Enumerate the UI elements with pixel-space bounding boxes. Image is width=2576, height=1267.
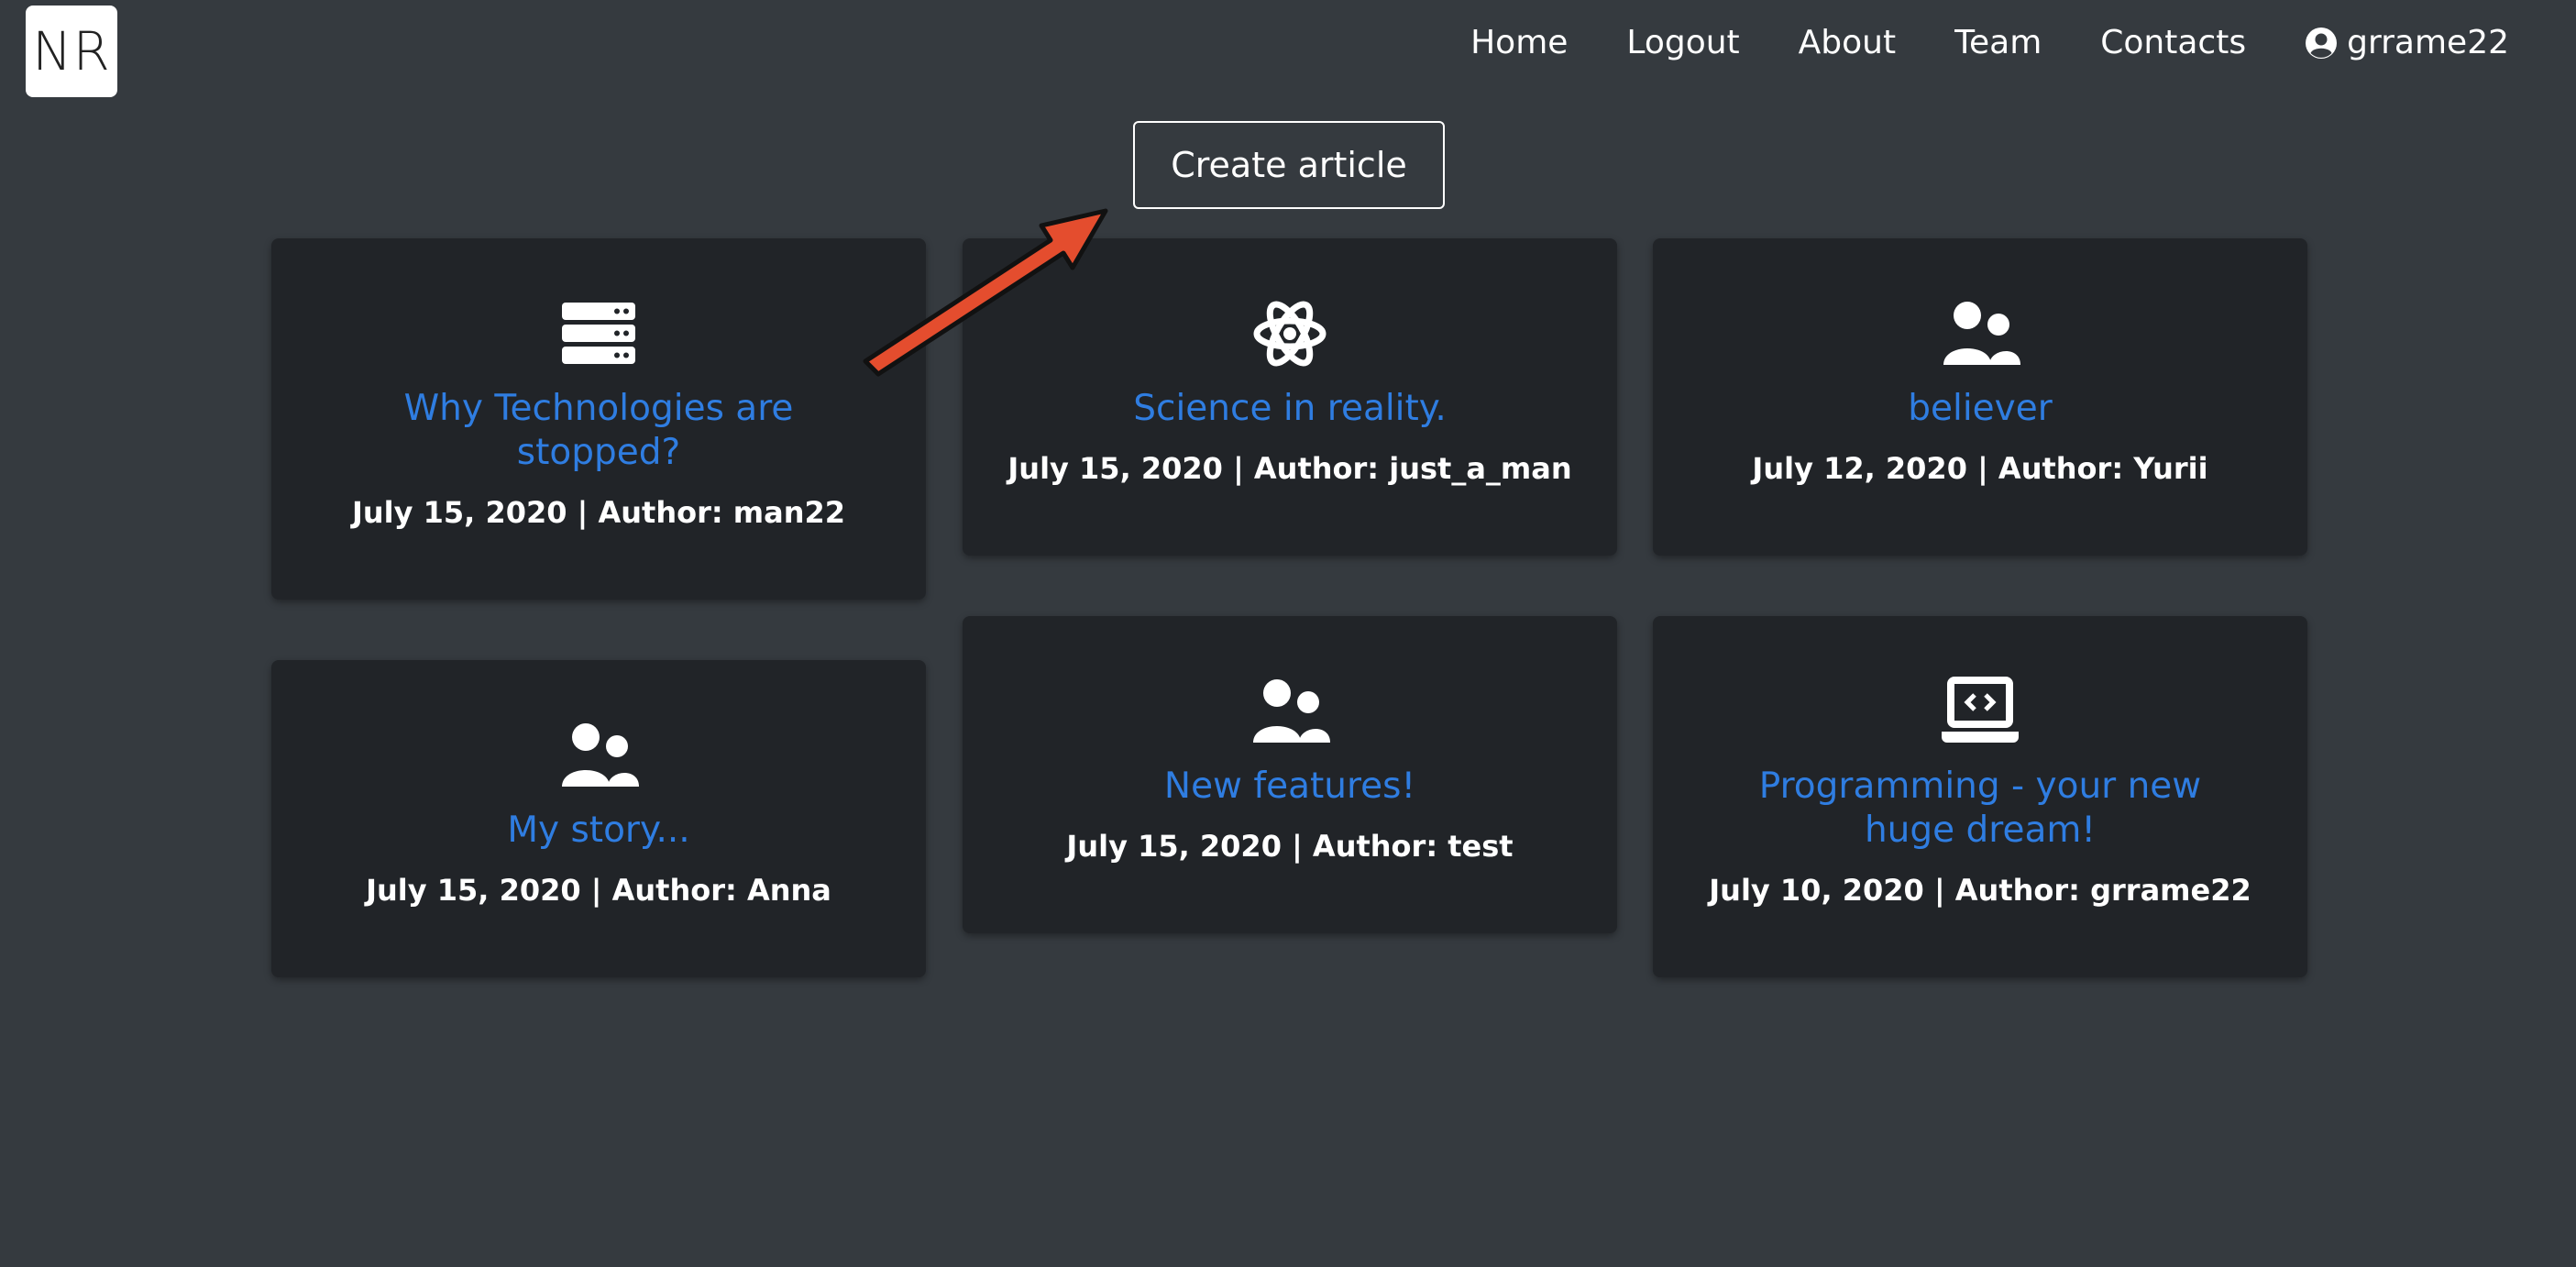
- create-article-button[interactable]: Create article: [1133, 121, 1445, 209]
- user-circle-icon: [2306, 27, 2338, 59]
- article-meta: July 15, 2020 | Author: Anna: [366, 873, 831, 908]
- nav-home[interactable]: Home: [1470, 24, 1568, 61]
- users-icon: [1943, 302, 2020, 365]
- atom-icon: [1253, 301, 1327, 367]
- laptop-code-icon: [1942, 677, 2019, 743]
- server-icon: [562, 303, 635, 364]
- article-meta: July 12, 2020 | Author: Yurii: [1752, 451, 2208, 486]
- article-title[interactable]: Science in reality.: [1051, 387, 1528, 431]
- article-card[interactable]: My story... July 15, 2020 | Author: Anna: [271, 660, 926, 977]
- article-card[interactable]: Programming - your new huge dream! July …: [1653, 616, 2307, 977]
- nav-about[interactable]: About: [1799, 24, 1896, 61]
- users-icon: [1253, 679, 1330, 743]
- users-icon: [562, 723, 639, 787]
- article-title[interactable]: New features!: [1051, 765, 1528, 809]
- nav-logout[interactable]: Logout: [1626, 24, 1739, 61]
- nav-contacts[interactable]: Contacts: [2100, 24, 2246, 61]
- article-card[interactable]: Why Technologies are stopped? July 15, 2…: [271, 238, 926, 600]
- nav-team[interactable]: Team: [1954, 24, 2042, 61]
- article-title[interactable]: Why Technologies are stopped?: [360, 387, 837, 475]
- article-card[interactable]: New features! July 15, 2020 | Author: te…: [963, 616, 1617, 933]
- nav-username: grrame22: [2347, 24, 2509, 61]
- article-title[interactable]: believer: [1742, 387, 2218, 431]
- article-title[interactable]: My story...: [360, 809, 837, 853]
- article-title[interactable]: Programming - your new huge dream!: [1742, 765, 2218, 853]
- article-card[interactable]: Science in reality. July 15, 2020 | Auth…: [963, 238, 1617, 556]
- site-logo[interactable]: NR: [26, 6, 117, 97]
- article-meta: July 10, 2020 | Author: grrame22: [1709, 873, 2251, 908]
- nav-user-profile[interactable]: grrame22: [2305, 24, 2509, 61]
- article-meta: July 15, 2020 | Author: man22: [351, 495, 846, 530]
- article-meta: July 15, 2020 | Author: test: [1066, 829, 1514, 864]
- article-meta: July 15, 2020 | Author: just_a_man: [1007, 451, 1572, 486]
- main-nav: Home Logout About Team Contacts grrame22: [1470, 24, 2509, 61]
- article-card[interactable]: believer July 12, 2020 | Author: Yurii: [1653, 238, 2307, 556]
